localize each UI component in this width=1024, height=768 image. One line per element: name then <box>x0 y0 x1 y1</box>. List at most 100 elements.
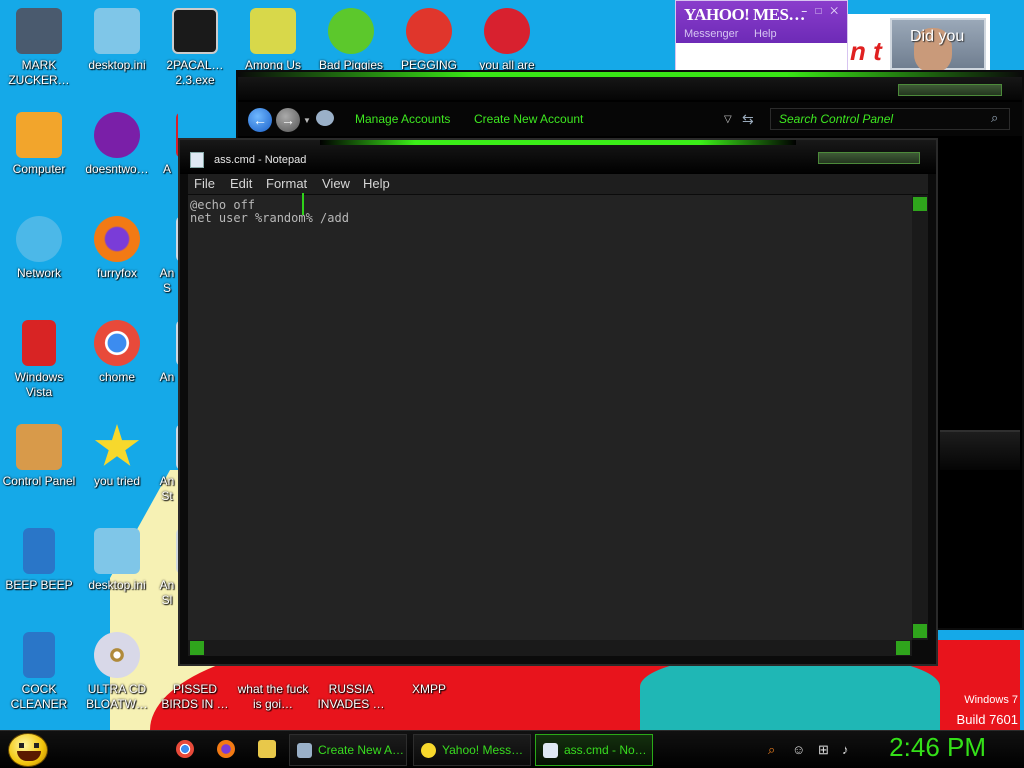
desktop-icon-doesntwo[interactable]: doesntwo… <box>78 112 156 177</box>
notepad-text-area[interactable]: @echo off net user %random% /add <box>188 195 912 640</box>
zuckerberg-icon <box>16 8 62 54</box>
ad-text: n t <box>850 36 882 66</box>
scroll-down-button[interactable] <box>913 624 927 638</box>
taskbar-button-create-account[interactable]: Create New A… <box>289 734 407 766</box>
yahoo-window-controls[interactable]: ⎯ □ ✕ <box>802 6 841 17</box>
notepad-menubar: File Edit Format View Help <box>188 174 928 194</box>
taskbar-button-label: ass.cmd - No… <box>564 743 647 757</box>
desktop-icon-mark-zucker[interactable]: MARK ZUCKER… <box>0 8 78 88</box>
clock[interactable]: 2:46 PM <box>889 732 986 763</box>
ini-file-icon <box>94 8 140 54</box>
manage-accounts-link[interactable]: Manage Accounts <box>355 112 450 126</box>
cd-disc-icon <box>94 632 140 678</box>
desktop-icon-network[interactable]: Network <box>0 216 78 281</box>
desktop-icon-furryfox[interactable]: furryfox <box>78 216 156 281</box>
wallpaper-cyan-shape <box>640 655 940 735</box>
vertical-scrollbar[interactable] <box>912 195 928 640</box>
history-dropdown-icon[interactable]: ▼ <box>303 116 311 125</box>
desktop-icon-you-all-are[interactable]: you all are <box>468 8 546 73</box>
ad-photo: Did you <box>890 18 986 72</box>
desktop-icon-partial-6[interactable]: An Sl <box>156 528 178 608</box>
horizontal-scrollbar[interactable] <box>188 640 912 656</box>
desktop-icon-beep-beep[interactable]: BEEP BEEP <box>0 528 78 593</box>
firefox-taskbar-icon[interactable] <box>217 740 235 758</box>
network-tray-icon[interactable]: ⊞ <box>818 742 829 758</box>
search-tray-icon[interactable]: ⌕ <box>768 742 775 758</box>
build-watermark: Build 7601 <box>956 712 1018 727</box>
control-panel-side-bar <box>940 430 1020 470</box>
ini-file-icon <box>94 528 140 574</box>
desktop-icon-you-tried[interactable]: you tried <box>78 424 156 489</box>
control-panel-icon <box>16 424 62 470</box>
control-panel-users-icon <box>297 743 312 758</box>
bad-piggies-icon <box>328 8 374 54</box>
text-line: net user %random% /add <box>190 211 349 225</box>
dev-cpp-icon <box>484 8 530 54</box>
notepad-window[interactable]: ass.cmd - Notepad File Edit Format View … <box>178 138 938 666</box>
blue-file-icon <box>23 528 55 574</box>
desktop-icon-computer[interactable]: Computer <box>0 112 78 177</box>
yahoo-messenger-window[interactable]: YAHOO! MES… ⎯ □ ✕ Messenger Help <box>675 0 848 72</box>
notepad-titlebar[interactable]: ass.cmd - Notepad <box>180 140 936 174</box>
desktop-icon-cock-cleaner[interactable]: COCK CLEANER <box>0 632 78 712</box>
back-arrow-icon: ← <box>253 112 267 128</box>
back-button[interactable]: ← <box>248 108 272 132</box>
notepad-title: ass.cmd - Notepad <box>214 154 307 166</box>
yahoo-title: YAHOO! MES… <box>684 5 805 24</box>
smiley-icon <box>19 743 39 748</box>
window-controls[interactable] <box>818 152 920 164</box>
menu-edit[interactable]: Edit <box>230 176 252 191</box>
chrome-taskbar-icon[interactable] <box>176 740 194 758</box>
start-button[interactable] <box>8 733 48 767</box>
desktop-icon-chome[interactable]: chome <box>78 320 156 385</box>
yahoo-messenger-menu[interactable]: Messenger <box>684 28 738 40</box>
among-us-icon <box>250 8 296 54</box>
yahoo-messenger-icon <box>94 112 140 158</box>
volume-tray-icon[interactable]: ♪ <box>842 742 849 757</box>
window-controls[interactable] <box>898 84 1002 96</box>
menu-format[interactable]: Format <box>266 176 307 191</box>
menu-file[interactable]: File <box>194 176 215 191</box>
search-icon[interactable]: ⌕ <box>991 110 998 126</box>
green-accent-bar <box>238 72 1022 77</box>
create-new-account-link[interactable]: Create New Account <box>474 112 583 126</box>
menu-help[interactable]: Help <box>363 176 390 191</box>
desktop-icon-desktop-ini[interactable]: desktop.ini <box>78 8 156 73</box>
desktop-icon-among-us[interactable]: Among Us <box>234 8 312 73</box>
desktop-icon-bad-piggies[interactable]: Bad Piggies <box>312 8 390 73</box>
scroll-up-button[interactable] <box>913 197 927 211</box>
desktop-icon-angry-birds[interactable]: A <box>156 112 178 177</box>
computer-icon <box>16 112 62 158</box>
folder-taskbar-icon[interactable] <box>258 740 276 758</box>
user-accounts-icon <box>316 110 334 126</box>
desktop-icon-partial-4[interactable]: An <box>156 320 178 385</box>
desktop-icon-partial-5[interactable]: An St <box>156 424 178 504</box>
pegging-icon <box>406 8 452 54</box>
yahoo-help-menu[interactable]: Help <box>754 28 777 40</box>
control-panel-titlebar[interactable] <box>238 72 1022 100</box>
scroll-right-button[interactable] <box>896 641 910 655</box>
taskbar-button-yahoo[interactable]: Yahoo! Mess… <box>413 734 531 766</box>
desktop-icon-partial-3[interactable]: An S <box>156 216 178 296</box>
desktop-icon-control-panel[interactable]: Control Panel <box>0 424 78 489</box>
taskbar-button-notepad[interactable]: ass.cmd - No… <box>535 734 653 766</box>
ad-banner[interactable]: n t Did you <box>848 14 990 72</box>
desktop-icon-ultra-cd[interactable]: ULTRA CD BLOATW… <box>78 632 156 712</box>
search-control-panel-input[interactable]: Search Control Panel <box>770 108 1010 130</box>
menu-view[interactable]: View <box>322 176 350 191</box>
desktop-icon-2pacal[interactable]: 2PACAL… 2.3.exe <box>156 8 234 88</box>
refresh-icon[interactable]: ⇆ <box>742 111 754 128</box>
desktop-icon-desktop-ini-2[interactable]: desktop.ini <box>78 528 156 593</box>
address-dropdown-icon[interactable]: ▽ <box>724 114 732 125</box>
taskbar: Create New A… Yahoo! Mess… ass.cmd - No…… <box>0 730 1024 768</box>
console-exe-icon <box>172 8 218 54</box>
desktop-icon-windows-vista[interactable]: Windows Vista <box>0 320 78 400</box>
yahoo-body <box>676 43 847 71</box>
scroll-left-button[interactable] <box>190 641 204 655</box>
ad-caption: Did you <box>910 28 965 45</box>
forward-arrow-icon: → <box>281 112 295 128</box>
desktop-icon-pegging[interactable]: PEGGING <box>390 8 468 73</box>
notepad-icon <box>190 152 204 168</box>
forward-button[interactable]: → <box>276 108 300 132</box>
messenger-tray-icon[interactable]: ☺ <box>792 742 805 757</box>
